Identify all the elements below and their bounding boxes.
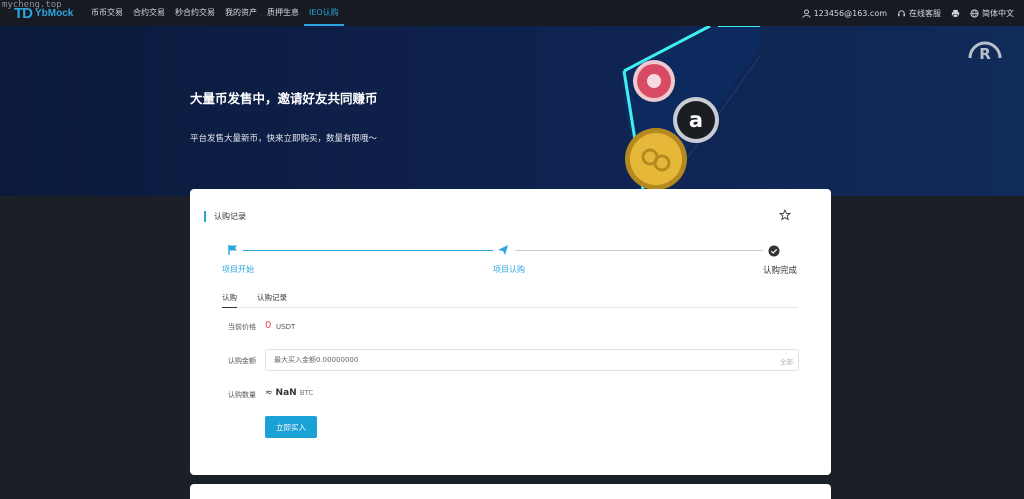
approx-symbol: ≈ — [265, 388, 273, 398]
coins-illustration: a — [620, 26, 760, 196]
tab-subscribe-records[interactable]: 认购记录 — [257, 292, 287, 308]
price-unit: USDT — [276, 323, 296, 331]
card-tabs: 认购 认购记录 — [222, 292, 798, 308]
amount-input[interactable] — [265, 349, 799, 371]
card-header: 认购记录 — [204, 211, 246, 222]
tab-subscribe[interactable]: 认购 — [222, 292, 237, 308]
svg-text:R: R — [979, 45, 991, 62]
max-all-button[interactable]: 全部 — [780, 356, 793, 366]
ieo-card: 认购记录 项目开始 项目认购 认购完成 认购 认购记录 当前价格 0 USDT … — [190, 189, 831, 475]
step-label-complete: 认购完成 — [763, 266, 798, 276]
nav-second-contract[interactable]: 秒合约交易 — [170, 0, 220, 26]
quantity-value: ≈ NaN BTC — [265, 388, 313, 398]
user-account[interactable]: 123456@163.com — [802, 9, 887, 18]
top-nav-bar: mycheng.top TD YbMock 币币交易 合约交易 秒合约交易 我的… — [0, 0, 1024, 26]
price-label: 当前价格 — [228, 323, 256, 331]
printer-icon — [951, 9, 960, 17]
headset-icon — [898, 9, 905, 16]
step-line-pending — [515, 250, 763, 251]
main-nav: 币币交易 合约交易 秒合约交易 我的资产 质押生息 IEO认购 — [86, 0, 344, 26]
card-title: 认购记录 — [214, 212, 246, 221]
flag-icon — [228, 245, 237, 255]
step-label-start: 项目开始 — [222, 265, 254, 274]
quantity-number: NaN — [275, 388, 297, 398]
watermark: mycheng.top — [2, 0, 62, 10]
secondary-card — [190, 484, 831, 499]
language-switcher[interactable]: 简体中文 — [970, 8, 1014, 19]
step-line-completed — [243, 250, 493, 251]
user-icon — [802, 8, 811, 18]
nav-spot-trading[interactable]: 币币交易 — [86, 0, 128, 26]
print-button[interactable] — [951, 9, 960, 18]
step-label-subscribe: 项目认购 — [493, 265, 525, 274]
online-support[interactable]: 在线客服 — [897, 8, 941, 19]
banner-subtitle: 平台发售大量新币，快来立即购买，数量有限哦～ — [190, 134, 378, 144]
quantity-label: 认购数量 — [228, 391, 256, 399]
check-circle-icon — [768, 245, 780, 257]
buy-now-button[interactable]: 立即买入 — [265, 416, 317, 438]
globe-icon — [970, 8, 979, 18]
price-value: 0 — [265, 320, 272, 331]
amount-label: 认购金额 — [228, 357, 256, 365]
star-icon[interactable] — [779, 209, 791, 221]
nav-my-assets[interactable]: 我的资产 — [220, 0, 262, 26]
nav-staking[interactable]: 质押生息 — [262, 0, 304, 26]
user-nav: 123456@163.com 在线客服 简体中文 — [802, 0, 1014, 26]
banner-title: 大量币发售中，邀请好友共同赚币 — [190, 91, 378, 106]
support-label: 在线客服 — [909, 8, 941, 18]
nav-ieo[interactable]: IEO认购 — [304, 0, 344, 26]
r-coin-icon: R — [968, 41, 1002, 62]
language-label: 简体中文 — [982, 8, 1014, 18]
quantity-unit: BTC — [299, 389, 314, 397]
title-accent-bar — [204, 211, 206, 222]
svg-text:a: a — [689, 108, 703, 132]
paper-plane-icon — [498, 245, 508, 255]
user-email: 123456@163.com — [813, 8, 887, 18]
nav-contract-trading[interactable]: 合约交易 — [128, 0, 170, 26]
promo-banner: 大量币发售中，邀请好友共同赚币 平台发售大量新币，快来立即购买，数量有限哦～ a… — [0, 26, 1024, 196]
